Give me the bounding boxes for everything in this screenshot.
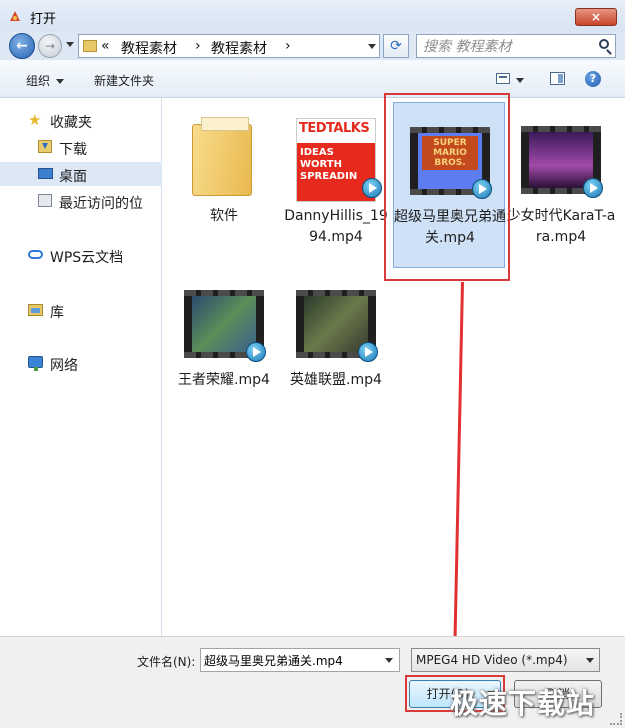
sidebar-item-libraries[interactable]: 库 bbox=[0, 298, 162, 322]
file-name: 英雄联盟.mp4 bbox=[290, 372, 382, 388]
filename-label: 文件名(N): bbox=[137, 655, 196, 669]
media-player-icon bbox=[362, 178, 382, 198]
media-player-icon bbox=[583, 178, 603, 198]
network-icon bbox=[28, 356, 43, 371]
filetype-dropdown-icon[interactable] bbox=[586, 658, 594, 663]
thumbnail-heading: TEDTALKS bbox=[299, 121, 370, 136]
sidebar-item-label: 最近访问的位 bbox=[59, 196, 143, 212]
breadcrumb-separator[interactable]: › bbox=[285, 38, 291, 54]
sidebar-item-label: 收藏夹 bbox=[50, 115, 92, 131]
breadcrumb-separator[interactable]: › bbox=[195, 38, 201, 54]
filename-dropdown-icon[interactable] bbox=[385, 658, 393, 663]
file-item-video[interactable]: 英雄联盟.mp4 bbox=[280, 266, 392, 396]
sidebar-item-desktop[interactable]: 桌面 bbox=[0, 162, 162, 186]
file-item-video[interactable]: TEDTALKS IDEAS WORTH SPREADIN DannyHilli… bbox=[280, 102, 392, 245]
close-button[interactable]: × bbox=[575, 8, 617, 26]
file-item-video[interactable]: 少女时代KaraT-ara.mp4 bbox=[505, 102, 617, 268]
recent-pages-dropdown-icon[interactable] bbox=[66, 42, 74, 47]
sidebar-item-label: WPS云文档 bbox=[50, 250, 124, 266]
search-box[interactable] bbox=[416, 34, 616, 58]
address-bar[interactable]: « 教程素材 › 教程素材 › bbox=[78, 34, 380, 58]
file-name: DannyHillis_1994.mp4 bbox=[284, 208, 388, 245]
sidebar-item-label: 库 bbox=[50, 305, 64, 321]
sidebar-item-recent-places[interactable]: 最近访问的位 bbox=[0, 189, 162, 213]
desktop-icon bbox=[38, 168, 53, 179]
navigation-pane: ★ 收藏夹 下载 桌面 最近访问的位 WPS云文档 库 网络 bbox=[0, 98, 162, 636]
resize-grip[interactable] bbox=[610, 713, 622, 725]
window-title: 打开 bbox=[30, 12, 57, 27]
app-icon bbox=[10, 11, 20, 21]
file-thumbnail bbox=[296, 274, 378, 364]
view-options-dropdown-icon[interactable] bbox=[516, 78, 524, 83]
preview-pane-icon[interactable] bbox=[550, 72, 565, 85]
video-frame-image bbox=[192, 296, 256, 352]
file-name: 少女时代KaraT-ara.mp4 bbox=[506, 208, 616, 245]
search-icon[interactable] bbox=[599, 39, 609, 49]
file-name: 王者荣耀.mp4 bbox=[178, 372, 270, 388]
file-thumbnail: TEDTALKS IDEAS WORTH SPREADIN bbox=[296, 110, 382, 202]
media-player-icon bbox=[358, 342, 378, 362]
video-frame-image bbox=[304, 296, 368, 352]
cloud-icon bbox=[28, 250, 43, 259]
forward-button[interactable]: → bbox=[38, 34, 62, 58]
sidebar-item-label: 网络 bbox=[50, 358, 78, 374]
sidebar-item-wps-cloud[interactable]: WPS云文档 bbox=[0, 243, 162, 267]
sidebar-item-label: 桌面 bbox=[59, 169, 87, 185]
organize-menu[interactable]: 组织 bbox=[26, 72, 65, 89]
recent-places-icon bbox=[38, 194, 52, 207]
file-thumbnail bbox=[184, 110, 264, 200]
breadcrumb-item-1[interactable]: 教程素材 bbox=[121, 38, 177, 58]
folder-icon bbox=[192, 117, 252, 196]
change-view-icon[interactable] bbox=[496, 73, 510, 84]
video-frame-image bbox=[529, 132, 593, 188]
breadcrumb-item-2[interactable]: 教程素材 bbox=[211, 38, 267, 58]
organize-label: 组织 bbox=[26, 74, 51, 88]
file-thumbnail bbox=[521, 110, 603, 200]
refresh-button[interactable]: ⟳ bbox=[383, 34, 409, 58]
sidebar-item-favorites[interactable]: ★ 收藏夹 bbox=[0, 108, 162, 132]
media-player-icon bbox=[246, 342, 266, 362]
sidebar-item-downloads[interactable]: 下载 bbox=[0, 135, 162, 159]
new-folder-button[interactable]: 新建文件夹 bbox=[94, 72, 154, 89]
watermark: 极速下载站 bbox=[450, 687, 596, 720]
filetype-select[interactable]: MPEG4 HD Video (*.mp4) bbox=[411, 648, 600, 672]
folder-icon bbox=[83, 40, 97, 52]
file-name: 软件 bbox=[210, 208, 238, 224]
star-icon: ★ bbox=[28, 111, 42, 129]
file-item-video[interactable]: 王者荣耀.mp4 bbox=[168, 266, 280, 396]
back-button[interactable]: ← bbox=[9, 33, 35, 59]
download-folder-icon bbox=[38, 140, 52, 153]
chevron-down-icon bbox=[56, 79, 65, 84]
breadcrumb-overflow[interactable]: « bbox=[101, 38, 110, 54]
file-thumbnail bbox=[184, 274, 266, 364]
filename-input[interactable] bbox=[200, 648, 400, 672]
title-bar: 打开 × bbox=[0, 0, 625, 32]
sidebar-item-label: 下载 bbox=[59, 142, 87, 158]
file-item-folder[interactable]: 软件 bbox=[168, 102, 280, 242]
highlight-box-selected-file bbox=[384, 93, 510, 281]
library-icon bbox=[28, 304, 43, 316]
search-input[interactable] bbox=[421, 37, 593, 57]
help-icon[interactable]: ? bbox=[585, 71, 601, 87]
sidebar-item-network[interactable]: 网络 bbox=[0, 351, 162, 375]
toolbar: 组织 新建文件夹 bbox=[0, 60, 625, 98]
address-dropdown-icon[interactable] bbox=[368, 44, 376, 49]
